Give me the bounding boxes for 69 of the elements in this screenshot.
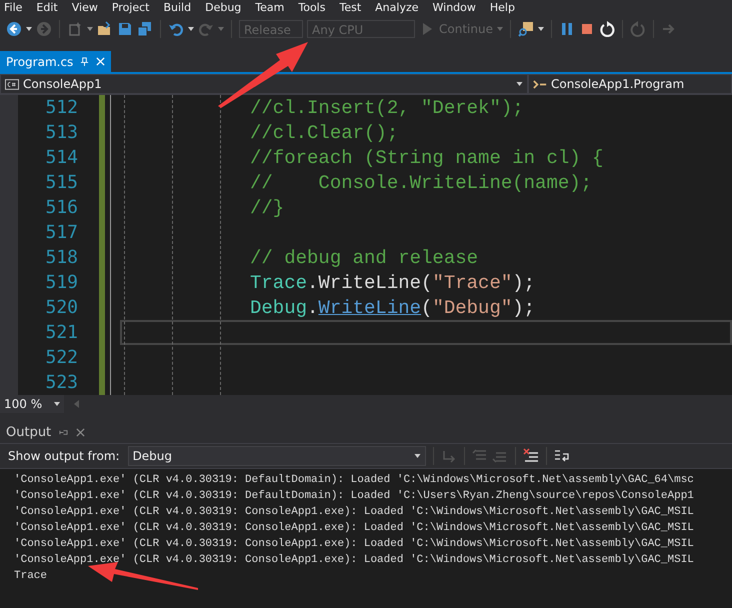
menu-item[interactable]: Tools: [298, 2, 340, 13]
pin-icon[interactable]: [59, 428, 68, 436]
line-number: 521: [45, 321, 78, 345]
undo-icon[interactable]: [168, 21, 184, 37]
document-tab[interactable]: Program.cs: [0, 51, 112, 72]
line-number: 522: [45, 346, 78, 370]
caret-icon: [414, 454, 421, 458]
caret-icon[interactable]: [87, 27, 93, 31]
menu-item[interactable]: Build: [163, 2, 206, 13]
open-folder-icon[interactable]: [97, 21, 113, 37]
menu-item[interactable]: Help: [490, 2, 529, 13]
output-panel-tab[interactable]: Output: [0, 421, 92, 443]
class-icon: [533, 78, 547, 90]
menu-item[interactable]: Debug: [205, 2, 256, 13]
pin-icon[interactable]: [80, 57, 90, 66]
line-number: 515: [45, 171, 78, 195]
line-number: 513: [45, 121, 78, 145]
back-icon[interactable]: [6, 21, 22, 37]
output-line: Trace: [14, 569, 48, 584]
code-line: //foreach (String name in cl) {: [250, 146, 604, 168]
line-number: 514: [45, 146, 78, 170]
code-line: //}: [250, 196, 284, 218]
code-editor[interactable]: [0, 95, 732, 395]
output-line: 'ConsoleApp1.exe' (CLR v4.0.30319: ConsoleApp1.exe): Loaded 'C:\Windows\Microsoft.Net\assembly\GAC_MSIL: [14, 505, 694, 520]
menu-item[interactable]: View: [72, 2, 112, 13]
caret-icon[interactable]: [26, 27, 32, 31]
type-dropdown[interactable]: ConsoleApp1.Program: [528, 74, 732, 94]
output-source-label: Show output from:: [8, 449, 120, 463]
code-line: // debug and release: [250, 246, 478, 268]
caret-icon[interactable]: [188, 27, 194, 31]
word-wrap-icon[interactable]: [554, 448, 570, 464]
line-number: 512: [45, 96, 78, 120]
menu-item[interactable]: File: [4, 2, 36, 13]
line-number: 516: [45, 196, 78, 220]
new-project-icon[interactable]: [67, 21, 83, 37]
output-line: 'ConsoleApp1.exe' (CLR v4.0.30319: ConsoleApp1.exe): Loaded 'C:\Windows\Microsoft.Net\assembly\GAC_MSIL: [14, 553, 694, 568]
close-icon[interactable]: [76, 428, 86, 436]
restart-icon[interactable]: [598, 21, 615, 37]
project-dropdown[interactable]: ConsoleApp1: [0, 74, 528, 94]
line-number: 520: [45, 296, 78, 320]
menu-item[interactable]: Project: [112, 2, 164, 13]
line-number: 517: [45, 221, 78, 245]
output-line: 'ConsoleApp1.exe' (CLR v4.0.30319: DefaultDomain): Loaded 'C:\Users\Ryan.Zheng\source\repos\ConsoleApp1: [14, 489, 694, 504]
zoom-dropdown[interactable]: 100 %: [0, 395, 64, 413]
caret-icon: [516, 82, 523, 86]
output-source-dropdown[interactable]: Debug: [128, 446, 426, 466]
code-line: //cl.Clear();: [250, 122, 398, 144]
caret-icon[interactable]: [538, 27, 544, 31]
clear-all-icon[interactable]: [522, 448, 539, 464]
menu-item[interactable]: Edit: [36, 2, 72, 13]
output-line: 'ConsoleApp1.exe' (CLR v4.0.30319: DefaultDomain): Loaded 'C:\Windows\Microsoft.Net\assembly\GAC_64\msc: [14, 473, 694, 488]
menu-item[interactable]: Test: [339, 2, 376, 13]
menu-item[interactable]: Team: [255, 2, 298, 13]
csharp-file-icon: [5, 78, 19, 90]
caret-icon: [54, 402, 60, 406]
code-line: Trace.WriteLine("Trace");: [250, 272, 536, 294]
save-all-icon[interactable]: [137, 21, 153, 37]
line-number: 518: [45, 246, 78, 270]
find-icon[interactable]: [518, 21, 534, 37]
output-line: 'ConsoleApp1.exe' (CLR v4.0.30319: ConsoleApp1.exe): Loaded 'C:\Windows\Microsoft.Net\assembly\GAC_MSIL: [14, 521, 694, 536]
code-line: //cl.Insert(2, "Derek");: [250, 96, 524, 118]
code-line: Debug.WriteLine("Debug");: [250, 296, 536, 318]
save-icon[interactable]: [117, 21, 133, 37]
output-line: 'ConsoleApp1.exe' (CLR v4.0.30319: ConsoleApp1.exe): Loaded 'C:\Windows\Microsoft.Net\assembly\GAC_MSIL: [14, 537, 694, 552]
line-number: 523: [45, 371, 78, 395]
line-number: 519: [45, 271, 78, 295]
code-line: // Console.WriteLine(name);: [250, 172, 592, 194]
menu-item[interactable]: Window: [432, 2, 490, 13]
menu-item[interactable]: Analyze: [375, 2, 433, 13]
